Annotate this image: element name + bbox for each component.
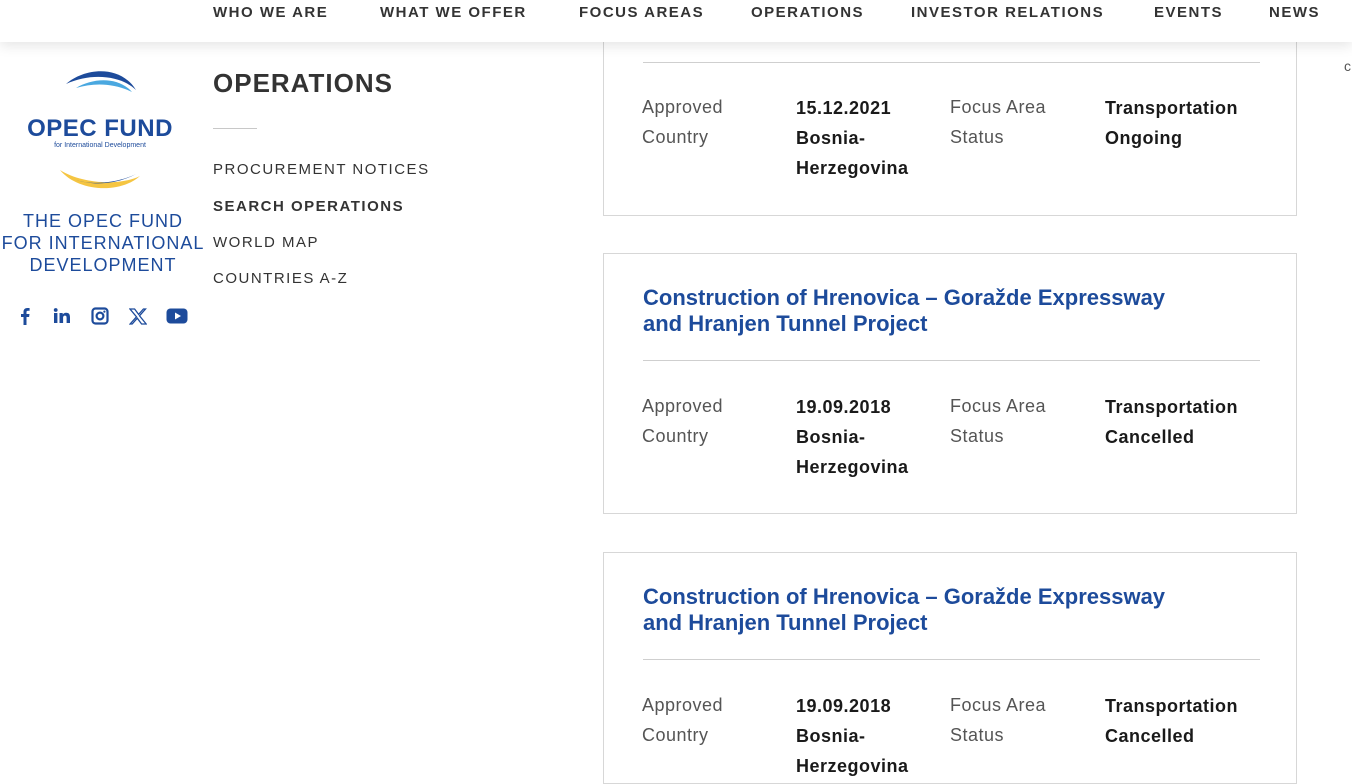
- approved-label: Approved: [642, 396, 724, 416]
- operation-title-link[interactable]: Construction of Hrenovica – Goražde Expr…: [643, 584, 1203, 636]
- approved-date: 15.12.2021: [796, 98, 892, 118]
- top-navigation: WHO WE ARE WHAT WE OFFER FOCUS AREAS OPE…: [0, 0, 1352, 42]
- nav-what-we-offer[interactable]: WHAT WE OFFER: [380, 4, 527, 21]
- brand-name: THE OPEC FUND FOR INTERNATIONAL DEVELOPM…: [0, 210, 206, 276]
- instagram-icon[interactable]: [89, 305, 111, 327]
- status-value: Cancelled: [1105, 726, 1195, 746]
- subnav-procurement-notices[interactable]: PROCUREMENT NOTICES: [213, 161, 430, 178]
- youtube-icon[interactable]: [166, 305, 188, 327]
- approved-date: 19.09.2018: [796, 397, 892, 417]
- subnav-search-operations[interactable]: SEARCH OPERATIONS: [213, 198, 404, 215]
- nav-focus-areas[interactable]: FOCUS AREAS: [579, 4, 704, 21]
- brand-name-text: THE OPEC FUND FOR INTERNATIONAL DEVELOPM…: [1, 211, 205, 275]
- country-value: Bosnia- Herzegovina: [796, 128, 909, 178]
- country-value: Bosnia- Herzegovina: [796, 427, 909, 477]
- operation-card[interactable]: Construction of Hrenovica – Goražde Expr…: [603, 253, 1297, 514]
- focus-area-value: Transportation: [1105, 98, 1239, 118]
- clipped-text: c: [1344, 58, 1351, 74]
- card-divider: [643, 360, 1260, 361]
- approved-label: Approved: [642, 97, 724, 117]
- logo-blue-wave-icon: [66, 71, 136, 92]
- card-divider: [643, 62, 1260, 63]
- subnav-countries-a-z[interactable]: COUNTRIES A-Z: [213, 270, 348, 287]
- x-icon[interactable]: [127, 305, 149, 327]
- status-label: Status: [950, 725, 1005, 745]
- focus-area-value: Transportation: [1105, 696, 1239, 716]
- country-label: Country: [642, 127, 709, 147]
- focus-area-label: Focus Area: [950, 695, 1047, 715]
- country-label: Country: [642, 725, 709, 745]
- nav-events[interactable]: EVENTS: [1154, 4, 1223, 21]
- country-value: Bosnia- Herzegovina: [796, 726, 909, 776]
- linkedin-icon[interactable]: [51, 305, 73, 327]
- status-value: Cancelled: [1105, 427, 1195, 447]
- status-label: Status: [950, 127, 1005, 147]
- operation-title-link[interactable]: Construction of Hrenovica – Goražde Expr…: [643, 285, 1203, 337]
- subnav-world-map[interactable]: WORLD MAP: [213, 234, 319, 251]
- country-label: Country: [642, 426, 709, 446]
- card-divider: [643, 659, 1260, 660]
- facebook-icon[interactable]: [14, 305, 36, 327]
- status-value: Ongoing: [1105, 128, 1183, 148]
- approved-date: 19.09.2018: [796, 696, 892, 716]
- nav-investor-relations[interactable]: INVESTOR RELATIONS: [911, 4, 1104, 21]
- nav-who-we-are[interactable]: WHO WE ARE: [213, 4, 328, 21]
- nav-operations[interactable]: OPERATIONS: [751, 4, 864, 21]
- section-title: OPERATIONS: [213, 68, 393, 98]
- status-label: Status: [950, 426, 1005, 446]
- logo-subtitle: for International Development: [54, 142, 146, 149]
- logo-yellow-wave-icon: [60, 170, 140, 189]
- logo-title: OPEC FUND: [27, 115, 173, 142]
- operation-card[interactable]: Construction of Hrenovica – Goražde Expr…: [603, 552, 1297, 784]
- focus-area-label: Focus Area: [950, 396, 1047, 416]
- section-divider: [213, 128, 257, 129]
- focus-area-value: Transportation: [1105, 397, 1239, 417]
- approved-label: Approved: [642, 695, 724, 715]
- nav-news[interactable]: NEWS: [1269, 4, 1320, 21]
- focus-area-label: Focus Area: [950, 97, 1047, 117]
